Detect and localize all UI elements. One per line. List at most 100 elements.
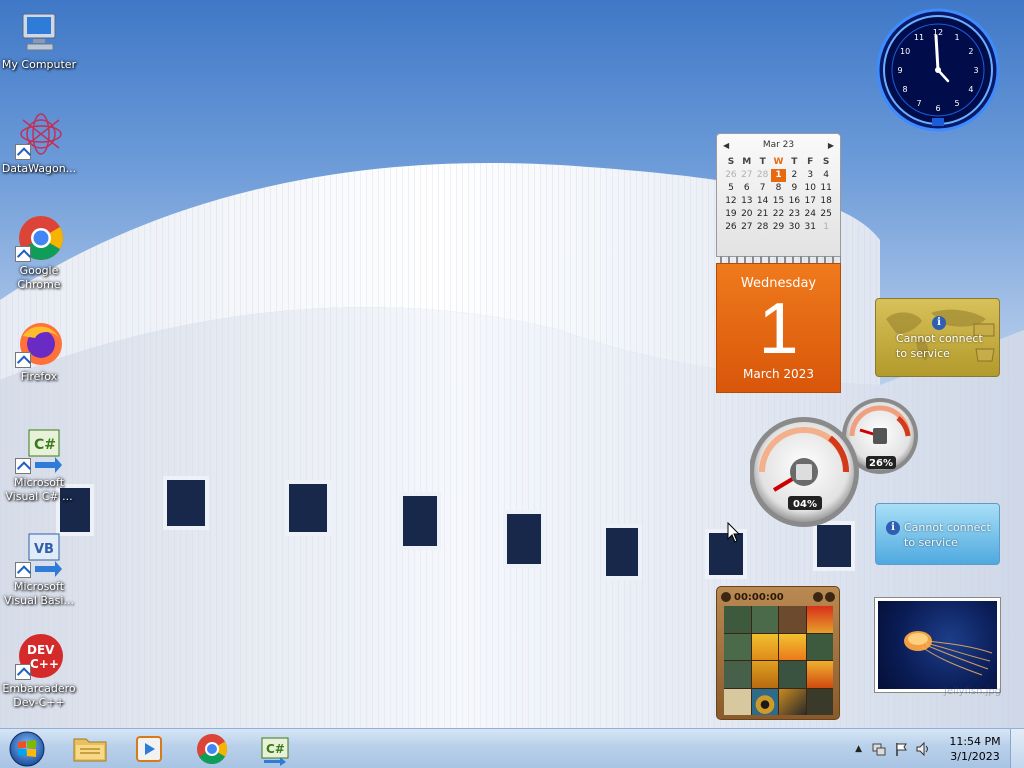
puzzle-tile[interactable]: [751, 661, 778, 688]
volume-icon[interactable]: [915, 741, 931, 757]
puzzle-tile[interactable]: [779, 606, 806, 633]
clock-face: 12 12 3 45 6 78 9 10 11: [876, 8, 1000, 132]
clock-numeral: 4: [968, 85, 973, 94]
puzzle-tile[interactable]: [806, 633, 833, 660]
puzzle-tile[interactable]: [779, 688, 806, 715]
taskbar-media-player[interactable]: [121, 731, 177, 767]
clock-gadget[interactable]: 12 1 2 3 4 5 6 7 8 9 10 11: [876, 8, 1000, 132]
taskbar-visual-csharp[interactable]: C#: [246, 731, 302, 767]
puzzle-tile[interactable]: [779, 661, 806, 688]
calendar-day-cell[interactable]: 7: [755, 182, 771, 195]
calendar-day-cell[interactable]: 19: [723, 208, 739, 221]
clock-numeral: 9: [897, 66, 902, 75]
desktop-icon-my-computer[interactable]: My Computer: [0, 8, 78, 72]
info-icon: i: [932, 316, 946, 330]
calendar-day-cell[interactable]: 28: [755, 169, 771, 182]
taskbar-windows-explorer[interactable]: [62, 731, 118, 767]
calendar-day-cell[interactable]: 27: [739, 169, 755, 182]
start-button[interactable]: [4, 730, 50, 768]
calendar-day-cell[interactable]: 20: [739, 208, 755, 221]
taskbar-clock[interactable]: 11:54 PM 3/1/2023: [940, 734, 1010, 764]
show-hidden-icons-chevron-icon[interactable]: ▲: [855, 744, 862, 754]
memory-percent: 26%: [869, 458, 893, 469]
puzzle-tile[interactable]: [806, 661, 833, 688]
puzzle-tile[interactable]: [724, 661, 751, 688]
network-icon[interactable]: [871, 741, 887, 757]
calendar-day-cell[interactable]: 24: [802, 208, 818, 221]
calendar-day-cell[interactable]: 2: [786, 169, 802, 182]
desktop-icon-devcpp[interactable]: DEV C++ Embarcadero Dev-C++: [0, 632, 78, 710]
svg-text:DEV: DEV: [27, 643, 55, 657]
puzzle-timer: 00:00:00: [734, 591, 784, 603]
calendar-day-cell[interactable]: 17: [802, 195, 818, 208]
weather-gadget[interactable]: i Cannot connect to service: [875, 298, 1000, 377]
calendar-gadget[interactable]: ◀ Mar 23 ▶ S M T W T F S 26 27 28 1 2 3 4 5 6 7 8 9 10 11 12 1…: [716, 133, 841, 393]
taskbar-date: 3/1/2023: [950, 750, 1000, 763]
puzzle-tile[interactable]: [724, 688, 751, 715]
calendar-weekday-header: T: [759, 157, 766, 167]
taskbar-time: 11:54 PM: [949, 735, 1001, 748]
firefox-icon: [15, 320, 63, 368]
taskbar-chrome[interactable]: [184, 731, 240, 767]
action-center-flag-icon[interactable]: [893, 741, 909, 757]
shortcut-arrow-icon: [15, 352, 31, 368]
next-month-button[interactable]: ▶: [828, 141, 834, 150]
calendar-day-cell[interactable]: 25: [818, 208, 834, 221]
calendar-day-cell[interactable]: 15: [771, 195, 787, 208]
puzzle-tile[interactable]: [751, 606, 778, 633]
desktop-icon-visual-basic[interactable]: VB Microsoft Visual Basi...: [0, 530, 78, 608]
calendar-day-cell[interactable]: 8: [771, 182, 787, 195]
calendar-day-cell[interactable]: 1: [770, 169, 787, 182]
calendar-day-cell[interactable]: 27: [739, 221, 755, 234]
puzzle-grid[interactable]: [724, 606, 833, 715]
shortcut-arrow-icon: [15, 664, 31, 680]
cpu-percent: 04%: [793, 499, 817, 510]
show-desktop-button[interactable]: [1010, 729, 1024, 768]
calendar-day-cell[interactable]: 9: [786, 182, 802, 195]
puzzle-tile[interactable]: [806, 688, 833, 715]
prev-month-button[interactable]: ◀: [723, 141, 729, 150]
datawagon-icon: [15, 112, 63, 160]
calendar-day-cell[interactable]: 1: [818, 221, 834, 234]
puzzle-tile[interactable]: [724, 606, 751, 633]
weather-error-line1: Cannot connect: [904, 521, 991, 534]
desktop-icon-firefox[interactable]: Firefox: [0, 320, 78, 384]
calendar-day-cell[interactable]: 6: [739, 182, 755, 195]
calendar-day-cell[interactable]: 16: [786, 195, 802, 208]
desktop[interactable]: My Computer DataWagon... Google Chrome F…: [0, 0, 1024, 728]
calendar-day-cell[interactable]: 5: [723, 182, 739, 195]
calendar-day-cell[interactable]: 28: [755, 221, 771, 234]
puzzle-tile[interactable]: [724, 633, 751, 660]
puzzle-tile[interactable]: [779, 633, 806, 660]
calendar-day-cell[interactable]: 10: [802, 182, 818, 195]
puzzle-help-icon[interactable]: [813, 592, 823, 602]
calendar-day-cell[interactable]: 30: [786, 221, 802, 234]
desktop-icon-visual-csharp[interactable]: C# Microsoft Visual C# ...: [0, 426, 78, 504]
puzzle-tile[interactable]: [751, 688, 778, 715]
calendar-day-cell[interactable]: 26: [723, 221, 739, 234]
desktop-icon-datawagon[interactable]: DataWagon...: [0, 112, 78, 176]
calendar-day-cell[interactable]: 11: [818, 182, 834, 195]
calendar-day-cell[interactable]: 18: [818, 195, 834, 208]
calendar-day-cell[interactable]: 29: [771, 221, 787, 234]
calendar-day-cell[interactable]: 3: [802, 169, 818, 182]
shortcut-arrow-icon: [15, 458, 31, 474]
calendar-day-cell[interactable]: 26: [723, 169, 739, 182]
calendar-day-cell[interactable]: 31: [802, 221, 818, 234]
calendar-day-cell[interactable]: 14: [755, 195, 771, 208]
puzzle-timer-icon[interactable]: 00:00:00: [721, 592, 784, 603]
calendar-day-cell[interactable]: 12: [723, 195, 739, 208]
picture-puzzle-gadget[interactable]: 00:00:00: [716, 586, 840, 720]
calendar-day-cell[interactable]: 13: [739, 195, 755, 208]
puzzle-tile[interactable]: [751, 633, 778, 660]
puzzle-tile[interactable]: [806, 606, 833, 633]
puzzle-solve-icon[interactable]: [825, 592, 835, 602]
calendar-day-cell[interactable]: 22: [771, 208, 787, 221]
desktop-icon-google-chrome[interactable]: Google Chrome: [0, 214, 78, 292]
calendar-weekday-header: M: [742, 157, 752, 167]
weather-gadget-2[interactable]: i Cannot connect to service: [875, 503, 1000, 565]
slideshow-gadget[interactable]: [874, 597, 1001, 693]
calendar-day-cell[interactable]: 21: [755, 208, 771, 221]
calendar-day-cell[interactable]: 23: [786, 208, 802, 221]
calendar-day-cell[interactable]: 4: [818, 169, 834, 182]
